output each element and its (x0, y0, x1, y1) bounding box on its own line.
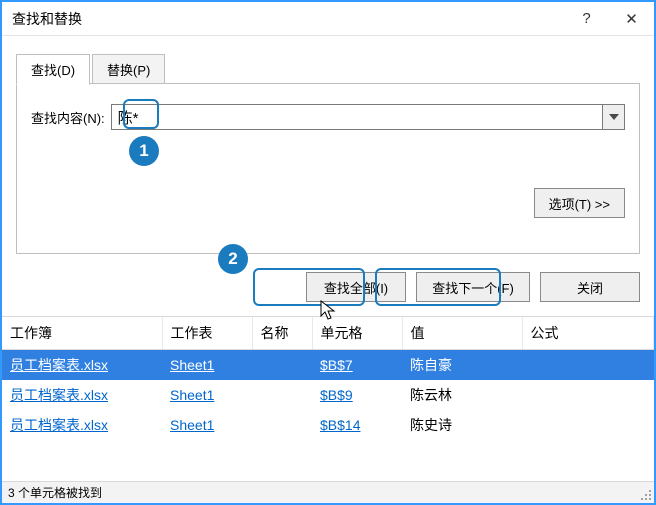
annotation-callout-1: 1 (129, 136, 159, 166)
help-button[interactable]: ? (564, 3, 609, 35)
results-table: 工作簿 工作表 名称 单元格 值 公式 员工档案表.xlsxSheet1 $B$7… (2, 317, 654, 440)
tab-find[interactable]: 查找(D) (16, 54, 90, 85)
tab-replace[interactable]: 替换(P) (92, 54, 165, 84)
close-window-button[interactable]: ✕ (609, 3, 654, 35)
cell-workbook: 员工档案表.xlsx (2, 380, 162, 410)
table-header-row: 工作簿 工作表 名称 单元格 值 公式 (2, 317, 654, 350)
table-row[interactable]: 员工档案表.xlsxSheet1 $B$14陈史诗 (2, 410, 654, 440)
find-panel: 查找内容(N): 1 选项(T) >> (16, 84, 640, 254)
find-history-dropdown[interactable] (603, 104, 625, 130)
col-workbook[interactable]: 工作簿 (2, 317, 162, 350)
table-row[interactable]: 员工档案表.xlsxSheet1 $B$9陈云林 (2, 380, 654, 410)
table-row[interactable]: 员工档案表.xlsxSheet1 $B$7陈自豪 (2, 350, 654, 381)
col-formula[interactable]: 公式 (522, 317, 654, 350)
action-row: 2 查找全部(I) 查找下一个(F) 关闭 (2, 262, 654, 316)
cell-workbook: 员工档案表.xlsx (2, 350, 162, 381)
cell-value: 陈自豪 (402, 350, 522, 381)
find-label: 查找内容(N): (31, 108, 105, 127)
cell-formula (522, 350, 654, 381)
col-sheet[interactable]: 工作表 (162, 317, 252, 350)
find-input[interactable] (111, 104, 603, 130)
cell-formula (522, 410, 654, 440)
find-row: 查找内容(N): (31, 104, 625, 130)
find-all-button[interactable]: 查找全部(I) (306, 272, 406, 302)
results-table-wrap: 工作簿 工作表 名称 单元格 值 公式 员工档案表.xlsxSheet1 $B$7… (2, 316, 654, 481)
dialog-body: 查找(D) 替换(P) 查找内容(N): 1 选项 (2, 36, 654, 262)
cell-cell: $B$14 (312, 410, 402, 440)
window-title: 查找和替换 (12, 9, 564, 29)
col-value[interactable]: 值 (402, 317, 522, 350)
col-cell[interactable]: 单元格 (312, 317, 402, 350)
titlebar: 查找和替换 ? ✕ (2, 2, 654, 36)
tabstrip: 查找(D) 替换(P) (16, 54, 640, 84)
cell-workbook: 员工档案表.xlsx (2, 410, 162, 440)
cell-sheet: Sheet1 (162, 380, 252, 410)
options-button[interactable]: 选项(T) >> (534, 188, 625, 218)
cell-value: 陈史诗 (402, 410, 522, 440)
status-text: 3 个单元格被找到 (8, 484, 102, 501)
cell-value: 陈云林 (402, 380, 522, 410)
close-button[interactable]: 关闭 (540, 272, 640, 302)
find-input-wrap (111, 104, 625, 130)
cell-sheet: Sheet1 (162, 410, 252, 440)
find-replace-dialog: 查找和替换 ? ✕ 查找(D) 替换(P) 查找内容(N): (0, 0, 656, 505)
find-next-button[interactable]: 查找下一个(F) (416, 272, 530, 302)
cell-cell: $B$9 (312, 380, 402, 410)
cell-sheet: Sheet1 (162, 350, 252, 381)
statusbar: 3 个单元格被找到 (2, 481, 654, 503)
cell-name (252, 350, 312, 381)
chevron-down-icon (609, 114, 619, 120)
col-name[interactable]: 名称 (252, 317, 312, 350)
cell-name (252, 410, 312, 440)
cell-formula (522, 380, 654, 410)
cell-name (252, 380, 312, 410)
cell-cell: $B$7 (312, 350, 402, 381)
resize-grip-icon[interactable] (640, 489, 652, 501)
